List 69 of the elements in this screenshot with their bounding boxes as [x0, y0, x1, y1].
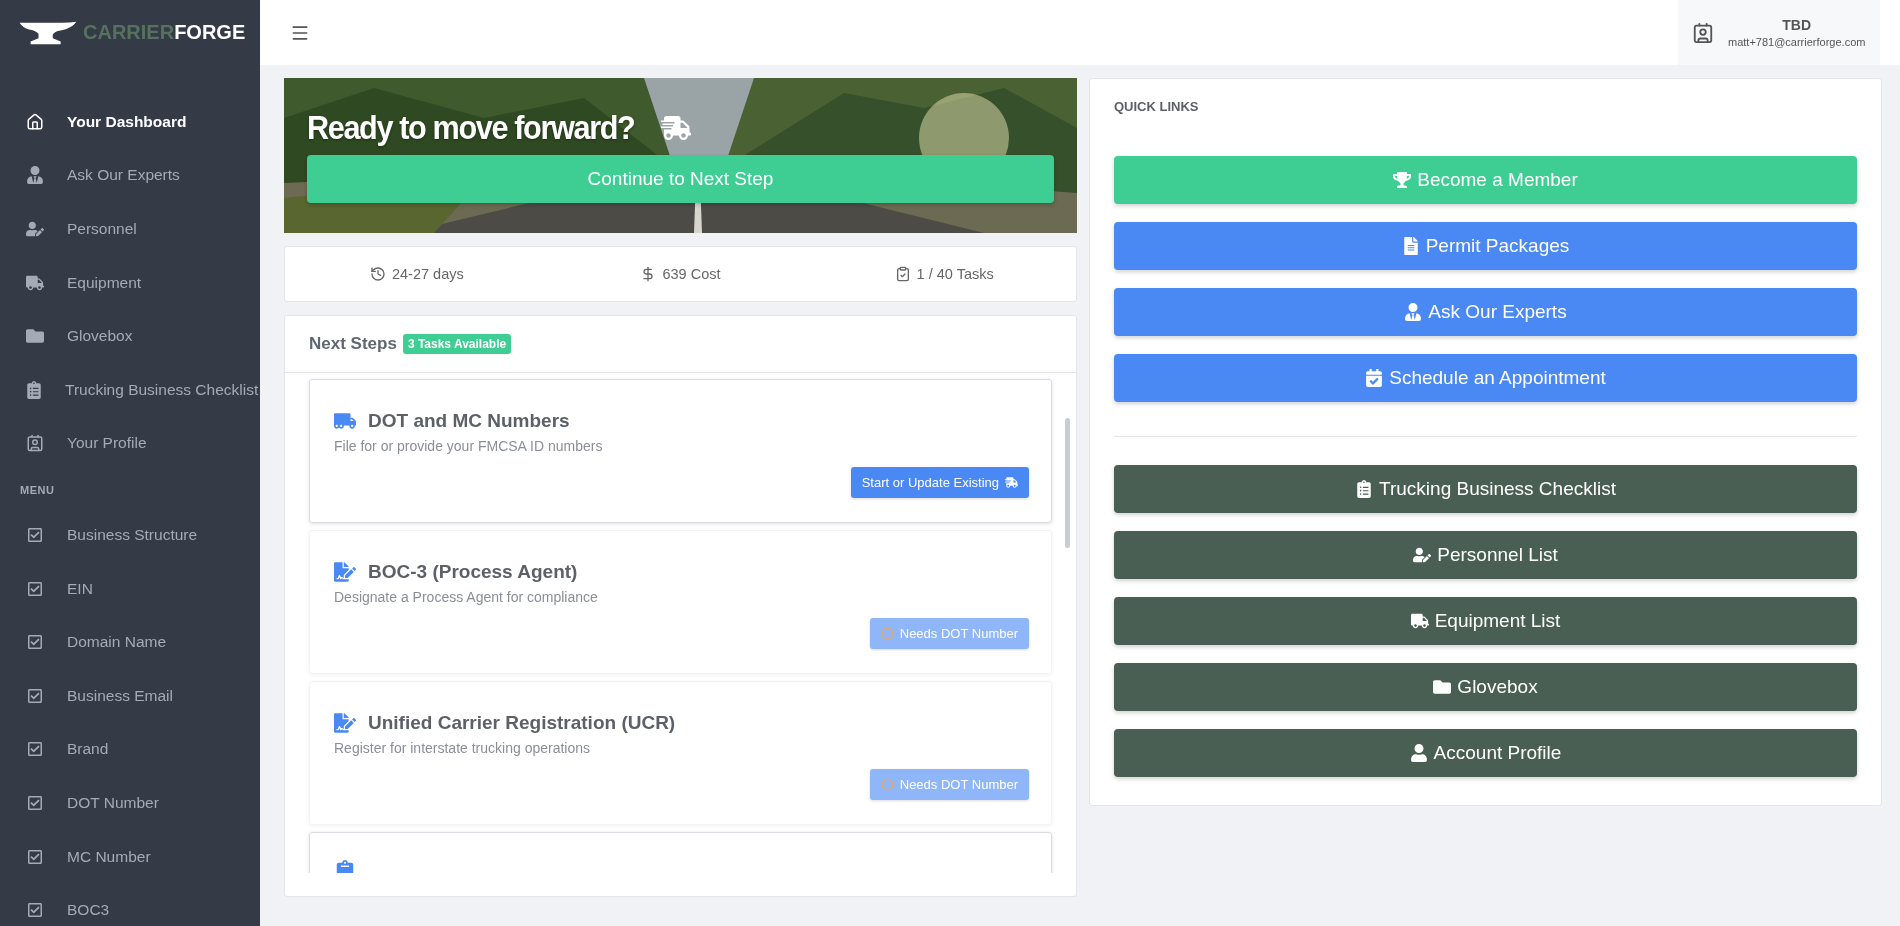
clipboard-check-icon	[894, 266, 911, 282]
clipboard-icon	[25, 380, 43, 399]
sidebar-item[interactable]: BOC3	[0, 883, 260, 926]
stat-text: 24-27 days	[391, 266, 464, 282]
card-title: Next Steps	[309, 334, 397, 354]
logo-text: CARRIERFORGE	[83, 21, 246, 44]
quick-link-button[interactable]: Account Profile	[1114, 729, 1857, 777]
clock-icon	[369, 266, 386, 282]
banner-title: Ready to move forward?	[307, 108, 635, 147]
section-label: MENU	[19, 483, 56, 499]
task-title: Unified Carrier Registration (UCR)	[368, 712, 676, 734]
sidebar-item[interactable]: Ask Our Experts	[0, 148, 260, 203]
sidebar-item[interactable]: EIN	[0, 561, 260, 616]
task-button[interactable]: Start or Update Existing	[850, 467, 1029, 498]
profile-icon[interactable]	[1692, 21, 1714, 44]
circle-icon	[880, 627, 894, 640]
stat-text: 639 Cost	[662, 266, 721, 282]
file-signature-icon	[334, 561, 356, 583]
sidebar-item[interactable]: Brand	[0, 722, 260, 777]
quick-link-button[interactable]: Glovebox	[1114, 663, 1857, 711]
truck-icon	[1410, 612, 1429, 630]
user-icon	[1409, 744, 1428, 762]
clipboard-icon	[1355, 480, 1374, 498]
scrollbar[interactable]	[1065, 418, 1070, 548]
user-pen-icon	[25, 220, 45, 238]
file-signature-icon	[334, 712, 356, 734]
calendar-check-icon	[1365, 369, 1384, 387]
user-email: matt+781@carrierforge.com	[1728, 36, 1866, 48]
stat-text: 1 / 40 Tasks	[916, 266, 994, 282]
folder-icon	[25, 327, 45, 346]
sidebar-item[interactable]: Business Email	[0, 668, 260, 723]
circle-icon	[880, 778, 894, 791]
truck-icon	[334, 410, 356, 432]
sidebar-item[interactable]: Domain Name	[0, 615, 260, 669]
sidebar-item[interactable]: Your Dashboard	[0, 95, 260, 149]
sidebar-item[interactable]: Business Structure	[0, 508, 260, 562]
sidebar-item[interactable]: MC Number	[0, 829, 260, 884]
home-icon	[25, 112, 45, 131]
task-description: Designate a Process Agent for compliance	[334, 589, 599, 605]
folder-icon	[1433, 678, 1452, 696]
anvil-icon	[18, 20, 78, 45]
sidebar-item[interactable]: Personnel	[0, 202, 260, 256]
user-name: TBD	[1782, 17, 1812, 33]
task-title: BOC-3 (Process Agent)	[368, 561, 578, 583]
sidebar-item[interactable]: DOT Number	[0, 776, 260, 830]
trophy-icon	[1393, 171, 1412, 189]
card-title: QUICK LINKS	[1114, 98, 1200, 116]
sidebar-item[interactable]: Trucking Business Checklist	[0, 362, 260, 417]
task-title: DOT and MC Numbers	[368, 410, 570, 432]
sidebar-item[interactable]: Your Profile	[0, 416, 260, 471]
task-card[interactable]: DOT and MC Numbers File for or provide your FMCSA ID numbers Start or Update Existing	[309, 379, 1052, 523]
task-description: File for or provide your FMCSA ID numbers	[334, 438, 604, 454]
document-icon	[1401, 237, 1420, 255]
quick-link-button[interactable]: Schedule an Appointment	[1114, 354, 1857, 402]
quick-link-button[interactable]: Personnel List	[1114, 531, 1857, 579]
user-tie-icon	[25, 166, 45, 185]
quick-link-button[interactable]: Ask Our Experts	[1114, 288, 1857, 336]
fast-truck-icon	[1005, 476, 1018, 489]
quick-link-button[interactable]: Equipment List	[1114, 597, 1857, 645]
quick-link-button[interactable]: Permit Packages	[1114, 222, 1857, 270]
truck-icon	[25, 273, 45, 292]
user-pen-icon	[1413, 546, 1432, 564]
tasks-badge: 3 Tasks Available	[402, 334, 512, 354]
contact-card-icon	[25, 434, 45, 453]
sidebar-item[interactable]: Glovebox	[0, 309, 260, 363]
sidebar-item[interactable]: Equipment	[0, 255, 260, 310]
quick-link-button[interactable]: Trucking Business Checklist	[1114, 465, 1857, 513]
user-tie-icon	[1404, 303, 1423, 321]
task-description: Register for interstate trucking operations	[334, 740, 591, 756]
